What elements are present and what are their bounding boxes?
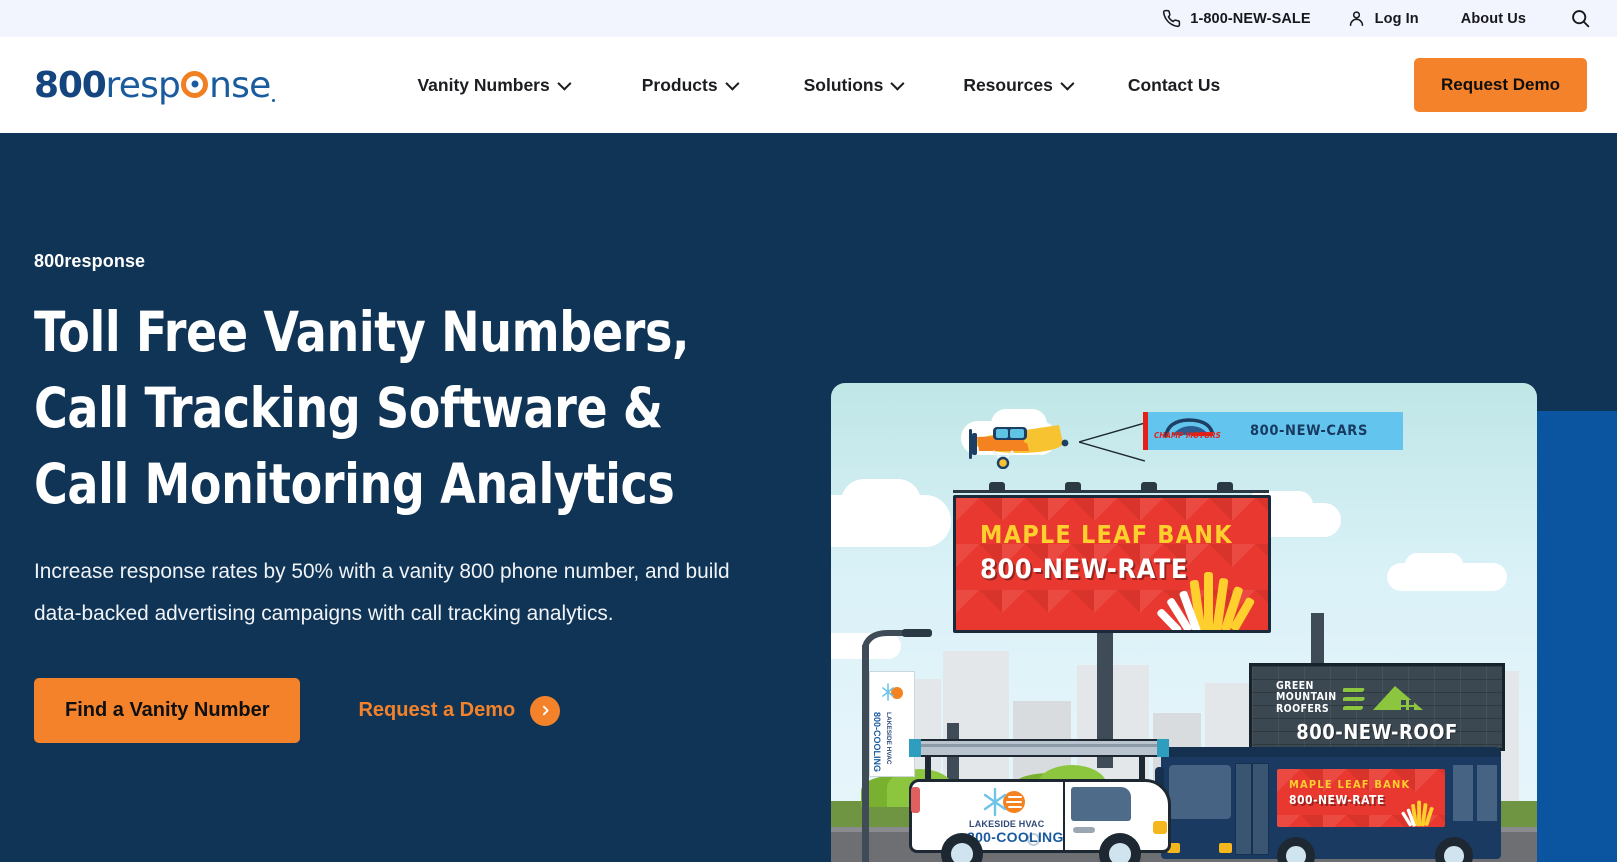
logo-target-o-icon — [181, 70, 209, 98]
chevron-down-icon — [890, 76, 905, 91]
street-banner-brand: LAKESIDE HVAC — [885, 712, 892, 765]
nav-label: Solutions — [803, 74, 884, 95]
bus-advertisement: MAPLE LEAF BANK 800-NEW-RATE — [1277, 769, 1445, 827]
roof-house-icon — [1342, 686, 1423, 712]
hvac-service-van: LAKESIDE HVAC 800-COOLING — [903, 735, 1183, 862]
hero-eyebrow: 800response — [34, 251, 146, 271]
billboard-green-mountain-roofers-right: GREEN MOUNTAIN ROOFERS 800-NEW-ROOF — [1249, 663, 1505, 751]
phone-link[interactable]: 1-800-NEW-SALE — [1162, 9, 1311, 28]
nav-item-products[interactable]: Products — [641, 74, 740, 96]
logo-registered-dot — [272, 98, 276, 102]
site-logo[interactable]: 800 resp nse — [34, 64, 276, 106]
search-button[interactable] — [1570, 8, 1591, 29]
nav-item-contact-us[interactable]: Contact Us — [1128, 75, 1220, 96]
nav-label: Products — [641, 74, 718, 95]
maple-billboard-brand: MAPLE LEAF BANK — [980, 520, 1233, 549]
hvac-sun-snowflake-icon — [882, 683, 903, 701]
lamppost-pole — [862, 645, 869, 862]
find-vanity-number-button[interactable]: Find a Vanity Number — [34, 678, 301, 743]
van-number: 800-COOLING — [967, 829, 1064, 845]
billboard-light-rig — [953, 482, 1269, 496]
search-icon — [1570, 8, 1591, 29]
request-a-demo-link[interactable]: Request a Demo — [358, 695, 561, 726]
main-navbar: 800 resp nse Vanity Numbers Products Sol… — [0, 37, 1617, 133]
plane-banner-brand: CHAMP MOTORS — [1154, 431, 1221, 440]
nav-item-resources[interactable]: Resources — [963, 74, 1075, 96]
plane-banner-number: 800-NEW-CARS — [1250, 423, 1368, 439]
billboard-maple-leaf-bank: MAPLE LEAF BANK 800-NEW-RATE — [953, 495, 1271, 633]
phone-icon — [1162, 9, 1181, 28]
about-us-link[interactable]: About Us — [1461, 11, 1526, 27]
cloud-icon — [1405, 553, 1463, 577]
logo-text-800: 800 — [34, 64, 107, 106]
nav-label: Contact Us — [1127, 74, 1221, 95]
hero-actions: Find a Vanity Number Request a Demo — [34, 678, 794, 743]
hvac-sun-snowflake-icon — [983, 787, 1025, 817]
chevron-down-icon — [557, 76, 572, 91]
van-brand: LAKESIDE HVAC — [969, 819, 1045, 829]
banner-plane-icon — [963, 413, 1081, 474]
request-demo-button[interactable]: Request Demo — [1413, 58, 1587, 112]
login-link[interactable]: Log In — [1347, 9, 1419, 28]
nav-label: Vanity Numbers — [417, 74, 550, 95]
hero-illustration: CHAMP MOTORS 800-NEW-CARS MAPLE LEAF BAN… — [831, 383, 1617, 862]
illustration-card: CHAMP MOTORS 800-NEW-CARS MAPLE LEAF BAN… — [831, 383, 1537, 862]
primary-menu: Vanity Numbers Products Solutions Resour… — [417, 75, 1220, 96]
utility-bar: 1-800-NEW-SALE Log In About Us — [0, 0, 1617, 37]
plane-banner: CHAMP MOTORS 800-NEW-CARS — [1143, 412, 1403, 450]
lamppost-head-icon — [862, 629, 932, 655]
street-banner-number: 800-COOLING — [872, 712, 882, 773]
roof-brand-line3: ROOFERS — [1276, 702, 1330, 715]
roof-billboard-number-right: 800-NEW-ROOF — [1296, 720, 1458, 744]
city-bus: MAPLE LEAF BANK 800-NEW-RATE — [1155, 739, 1501, 862]
roof-brand-line2: MOUNTAIN — [1276, 691, 1337, 704]
hero-section: 800response Toll Free Vanity Numbers, Ca… — [0, 133, 1617, 862]
bus-ad-brand: MAPLE LEAF BANK — [1289, 778, 1411, 791]
logo-text-resp: resp — [105, 64, 181, 106]
request-demo-label: Request a Demo — [358, 699, 516, 721]
phone-number: 1-800-NEW-SALE — [1190, 10, 1311, 27]
hero-subtitle: Increase response rates by 50% with a va… — [34, 559, 730, 625]
nav-item-vanity-numbers[interactable]: Vanity Numbers — [417, 74, 572, 96]
maple-leaf-icon — [1157, 572, 1255, 630]
about-us-label: About Us — [1460, 10, 1526, 27]
banner-tow-line — [1079, 422, 1146, 462]
user-icon — [1347, 9, 1366, 28]
chevron-right-icon — [530, 695, 561, 726]
chevron-down-icon — [724, 76, 740, 91]
chevron-down-icon — [1060, 76, 1075, 91]
page-title: Toll Free Vanity Numbers, Call Tracking … — [34, 300, 690, 516]
nav-label: Resources — [963, 74, 1053, 95]
nav-item-solutions[interactable]: Solutions — [803, 74, 905, 96]
login-label: Log In — [1374, 10, 1419, 27]
cloud-icon — [841, 479, 921, 525]
hero-content: 800response Toll Free Vanity Numbers, Ca… — [34, 251, 794, 743]
maple-leaf-icon — [1401, 800, 1434, 827]
logo-text-nse: nse — [209, 64, 271, 106]
